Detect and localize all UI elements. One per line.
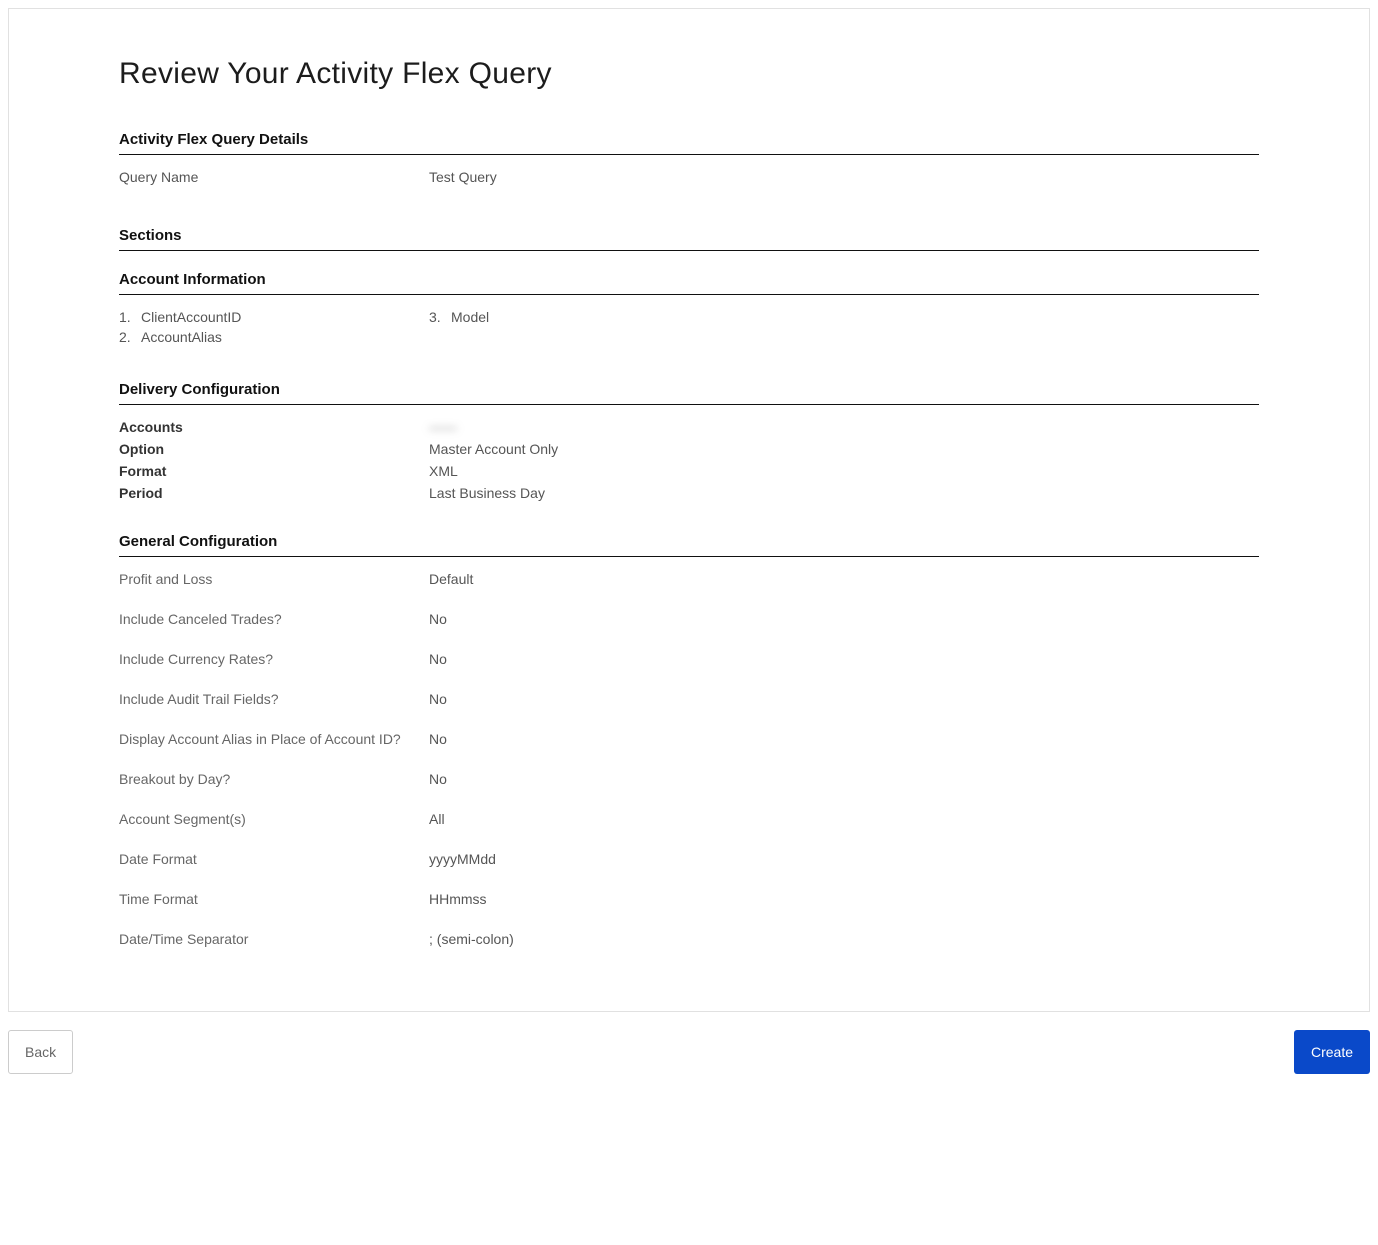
label-option: Option <box>119 441 429 457</box>
back-button[interactable]: Back <box>8 1030 73 1074</box>
section-general-heading: General Configuration <box>119 533 1259 557</box>
row-accounts: Accounts —— <box>119 419 1259 435</box>
row-general: Time Format HHmmss <box>119 891 1259 907</box>
list-item: 2. AccountAlias <box>119 329 429 345</box>
value-general: yyyyMMdd <box>429 851 1259 867</box>
review-panel: Review Your Activity Flex Query Activity… <box>8 8 1370 1012</box>
row-general: Include Canceled Trades? No <box>119 611 1259 627</box>
value-query-name: Test Query <box>429 169 1259 185</box>
section-account-info-heading: Account Information <box>119 271 1259 295</box>
label-general: Time Format <box>119 891 429 907</box>
list-number: 3. <box>429 309 451 325</box>
label-query-name: Query Name <box>119 169 429 185</box>
general-config-list: Profit and Loss Default Include Canceled… <box>119 571 1259 947</box>
row-general: Profit and Loss Default <box>119 571 1259 587</box>
row-general: Display Account Alias in Place of Accoun… <box>119 731 1259 747</box>
list-label: ClientAccountID <box>141 309 241 325</box>
value-general: Default <box>429 571 1259 587</box>
value-option: Master Account Only <box>429 441 1259 457</box>
row-general: Include Audit Trail Fields? No <box>119 691 1259 707</box>
row-general: Breakout by Day? No <box>119 771 1259 787</box>
value-general: All <box>429 811 1259 827</box>
list-item: 3. Model <box>429 309 739 325</box>
label-general: Date/Time Separator <box>119 931 429 947</box>
section-details-heading: Activity Flex Query Details <box>119 131 1259 155</box>
label-general: Profit and Loss <box>119 571 429 587</box>
label-general: Include Currency Rates? <box>119 651 429 667</box>
value-general: No <box>429 611 1259 627</box>
row-query-name: Query Name Test Query <box>119 169 1259 185</box>
list-label: AccountAlias <box>141 329 222 345</box>
row-general: Date/Time Separator ; (semi-colon) <box>119 931 1259 947</box>
label-general: Include Audit Trail Fields? <box>119 691 429 707</box>
value-general: No <box>429 691 1259 707</box>
value-accounts: —— <box>429 419 457 435</box>
label-general: Display Account Alias in Place of Accoun… <box>119 731 429 747</box>
row-format: Format XML <box>119 463 1259 479</box>
value-period: Last Business Day <box>429 485 1259 501</box>
row-general: Account Segment(s) All <box>119 811 1259 827</box>
row-option: Option Master Account Only <box>119 441 1259 457</box>
label-general: Breakout by Day? <box>119 771 429 787</box>
label-general: Account Segment(s) <box>119 811 429 827</box>
list-number: 1. <box>119 309 141 325</box>
page-title: Review Your Activity Flex Query <box>119 57 1259 91</box>
label-accounts: Accounts <box>119 419 429 435</box>
row-general: Include Currency Rates? No <box>119 651 1259 667</box>
value-general: HHmmss <box>429 891 1259 907</box>
section-sections-heading: Sections <box>119 227 1259 251</box>
label-general: Date Format <box>119 851 429 867</box>
section-delivery-heading: Delivery Configuration <box>119 381 1259 405</box>
value-general: No <box>429 771 1259 787</box>
create-button[interactable]: Create <box>1294 1030 1370 1074</box>
footer-actions: Back Create <box>8 1030 1370 1074</box>
label-period: Period <box>119 485 429 501</box>
list-label: Model <box>451 309 489 325</box>
account-fields-list: 1. ClientAccountID 2. AccountAlias 3. Mo… <box>119 309 1259 349</box>
value-general: No <box>429 731 1259 747</box>
value-general: No <box>429 651 1259 667</box>
row-period: Period Last Business Day <box>119 485 1259 501</box>
label-format: Format <box>119 463 429 479</box>
label-general: Include Canceled Trades? <box>119 611 429 627</box>
row-general: Date Format yyyyMMdd <box>119 851 1259 867</box>
list-number: 2. <box>119 329 141 345</box>
value-format: XML <box>429 463 1259 479</box>
list-item: 1. ClientAccountID <box>119 309 429 325</box>
value-general: ; (semi-colon) <box>429 931 1259 947</box>
